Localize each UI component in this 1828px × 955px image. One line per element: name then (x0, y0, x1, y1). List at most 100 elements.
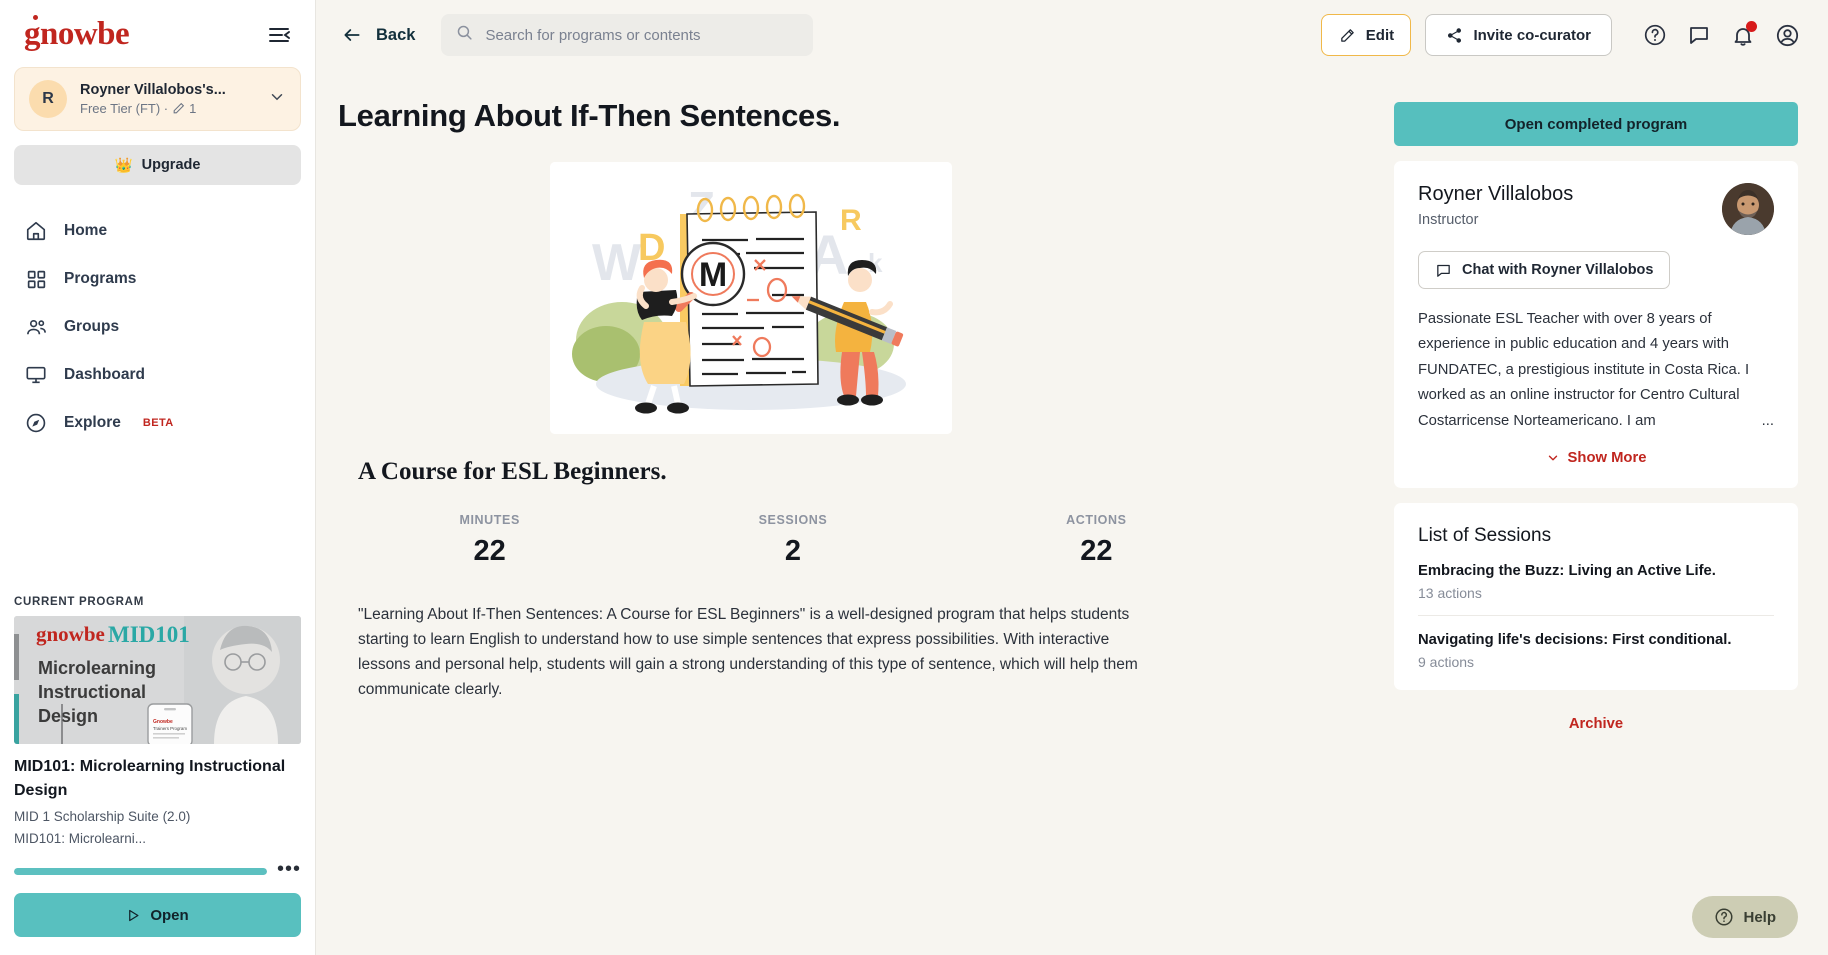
open-program-button[interactable]: Open (14, 893, 301, 937)
account-switcher[interactable]: R Royner Villalobos's... Free Tier (FT) … (14, 67, 301, 131)
sidebar-item-label: Programs (64, 270, 137, 287)
instructor-identity: Royner Villalobos Instructor (1418, 183, 1573, 228)
current-program-title[interactable]: MID101: Microlearning Instructional Desi… (14, 755, 301, 803)
current-program-progress-row: ••• (14, 859, 301, 879)
instructor-name: Royner Villalobos (1418, 183, 1574, 205)
compass-icon (24, 411, 48, 435)
program-hero-illustration: W Z A D R k H (550, 162, 952, 434)
session-actions: 9 actions (1418, 654, 1475, 671)
sidebar-item-label: Dashboard (64, 366, 145, 383)
bell-icon[interactable] (1730, 21, 1757, 48)
stat-value: 22 (473, 535, 506, 567)
sidebar-item-programs[interactable]: Programs (0, 255, 315, 303)
chat-with-instructor-button[interactable]: Chat with Royner Villalobos (1418, 251, 1671, 289)
app-root: gnowbe R Royner Villalobos's... Free Tie… (0, 0, 1828, 955)
sidebar-header: gnowbe (0, 0, 315, 51)
search-icon (456, 24, 473, 46)
top-bar: Back Edit Invite co-curator (316, 0, 1828, 70)
instructor-avatar[interactable] (1722, 183, 1774, 235)
bio-ellipsis: ... (1761, 412, 1774, 429)
session-name: Embracing the Buzz: Living an Active Lif… (1418, 563, 1716, 580)
account-name: Royner Villalobos's... (80, 82, 226, 98)
svg-text:M: M (699, 256, 727, 294)
upgrade-button[interactable]: 👑 Upgrade (14, 145, 301, 185)
pencil-icon (173, 102, 185, 114)
stat-value: 2 (784, 535, 802, 567)
topbar-icon-group (1642, 21, 1800, 48)
current-program-meta-2: MID101: Microlearni... (14, 831, 147, 847)
account-edit-count: 1 (189, 101, 197, 116)
list-item[interactable]: Navigating life's decisions: First condi… (1418, 616, 1774, 672)
chat-bubble-icon[interactable] (1686, 22, 1712, 48)
back-label: Back (376, 25, 416, 44)
sidebar-item-groups[interactable]: Groups (0, 303, 315, 351)
edit-button[interactable]: Edit (1321, 14, 1412, 56)
invite-cocurator-button[interactable]: Invite co-curator (1425, 14, 1612, 56)
help-widget[interactable]: Help (1692, 896, 1798, 938)
back-button[interactable]: Back (340, 25, 441, 45)
invite-label: Invite co-curator (1473, 26, 1591, 44)
sidebar-nav: Home Programs Groups Dashboard Explore B… (0, 207, 315, 447)
sidebar-item-label: Groups (64, 318, 120, 335)
show-more-button[interactable]: Show More (1418, 450, 1774, 466)
sidebar: gnowbe R Royner Villalobos's... Free Tie… (0, 0, 316, 955)
svg-text:gnowbe: gnowbe (36, 622, 105, 646)
sidebar-item-label: Home (64, 222, 108, 239)
people-icon (24, 315, 48, 339)
search-input[interactable] (485, 26, 799, 44)
archive-button[interactable]: Archive (1394, 716, 1798, 732)
instructor-header: Royner Villalobos Instructor (1418, 183, 1774, 235)
sidebar-item-label: Explore (64, 414, 121, 431)
stat-label: MINUTES (459, 513, 520, 527)
home-icon (24, 219, 48, 243)
search-box[interactable] (441, 14, 814, 56)
stat-actions: ACTIONS 22 (945, 513, 1248, 568)
grid-icon (24, 267, 48, 291)
chat-label: Chat with Royner Villalobos (1462, 262, 1654, 278)
sidebar-item-explore[interactable]: Explore BETA (0, 399, 315, 447)
monitor-icon (24, 363, 48, 387)
program-sidebar-column: Open completed program Royner Villalobos… (1394, 82, 1798, 955)
stat-value: 22 (1080, 535, 1113, 567)
gnowbe-logo[interactable]: gnowbe (24, 15, 130, 51)
account-circle-icon[interactable] (1774, 22, 1800, 48)
current-program-meta-1: MID 1 Scholarship Suite (2.0) (14, 809, 191, 825)
sidebar-item-home[interactable]: Home (0, 207, 315, 255)
instructor-bio-text: Passionate ESL Teacher with over 8 years… (1418, 311, 1750, 429)
svg-text:Instructional: Instructional (38, 682, 146, 702)
svg-text:Trainers Program: Trainers Program (153, 726, 187, 731)
help-circle-icon[interactable] (1642, 22, 1668, 48)
edit-label: Edit (1365, 26, 1395, 44)
collapse-sidebar-icon[interactable] (267, 23, 291, 47)
svg-text:Microlearning: Microlearning (38, 658, 156, 678)
svg-text:Gnowbe: Gnowbe (153, 719, 173, 725)
current-program-thumbnail[interactable]: gnowbe MID101 Microlearning Instructiona… (14, 616, 301, 745)
list-item[interactable]: Embracing the Buzz: Living an Active Lif… (1418, 547, 1774, 617)
crown-icon: 👑 (114, 157, 133, 174)
help-label: Help (1743, 908, 1776, 926)
chat-bubble-icon (1437, 264, 1450, 277)
notification-badge (1746, 21, 1757, 32)
session-name: Navigating life's decisions: First condi… (1418, 632, 1732, 649)
program-detail-column: Learning About If-Then Sentences. W Z A … (338, 82, 1368, 955)
account-subtitle: Free Tier (FT) · 1 (80, 101, 255, 116)
sidebar-item-dashboard[interactable]: Dashboard (0, 351, 315, 399)
current-program-panel: CURRENT PROGRAM gnowbe MID101 Microlearn… (0, 596, 315, 955)
instructor-role: Instructor (1418, 212, 1479, 228)
help-circle-icon (1715, 908, 1733, 926)
current-program-label: CURRENT PROGRAM (14, 596, 144, 609)
sessions-card: List of Sessions Embracing the Buzz: Liv… (1394, 503, 1798, 691)
stat-minutes: MINUTES 22 (338, 513, 641, 568)
open-completed-program-button[interactable]: Open completed program (1394, 102, 1798, 146)
share-icon (1448, 27, 1462, 43)
chevron-down-icon (268, 88, 286, 111)
play-icon (129, 909, 139, 921)
program-stats: MINUTES 22 SESSIONS 2 ACTIONS 22 (338, 513, 1368, 568)
page-title: Learning About If-Then Sentences. (338, 98, 841, 133)
stat-sessions: SESSIONS 2 (641, 513, 944, 568)
beta-badge: BETA (142, 417, 174, 429)
program-more-menu-button[interactable]: ••• (277, 859, 301, 879)
open-program-label: Open (150, 906, 189, 924)
account-avatar: R (29, 80, 67, 118)
show-more-label: Show More (1567, 450, 1647, 467)
